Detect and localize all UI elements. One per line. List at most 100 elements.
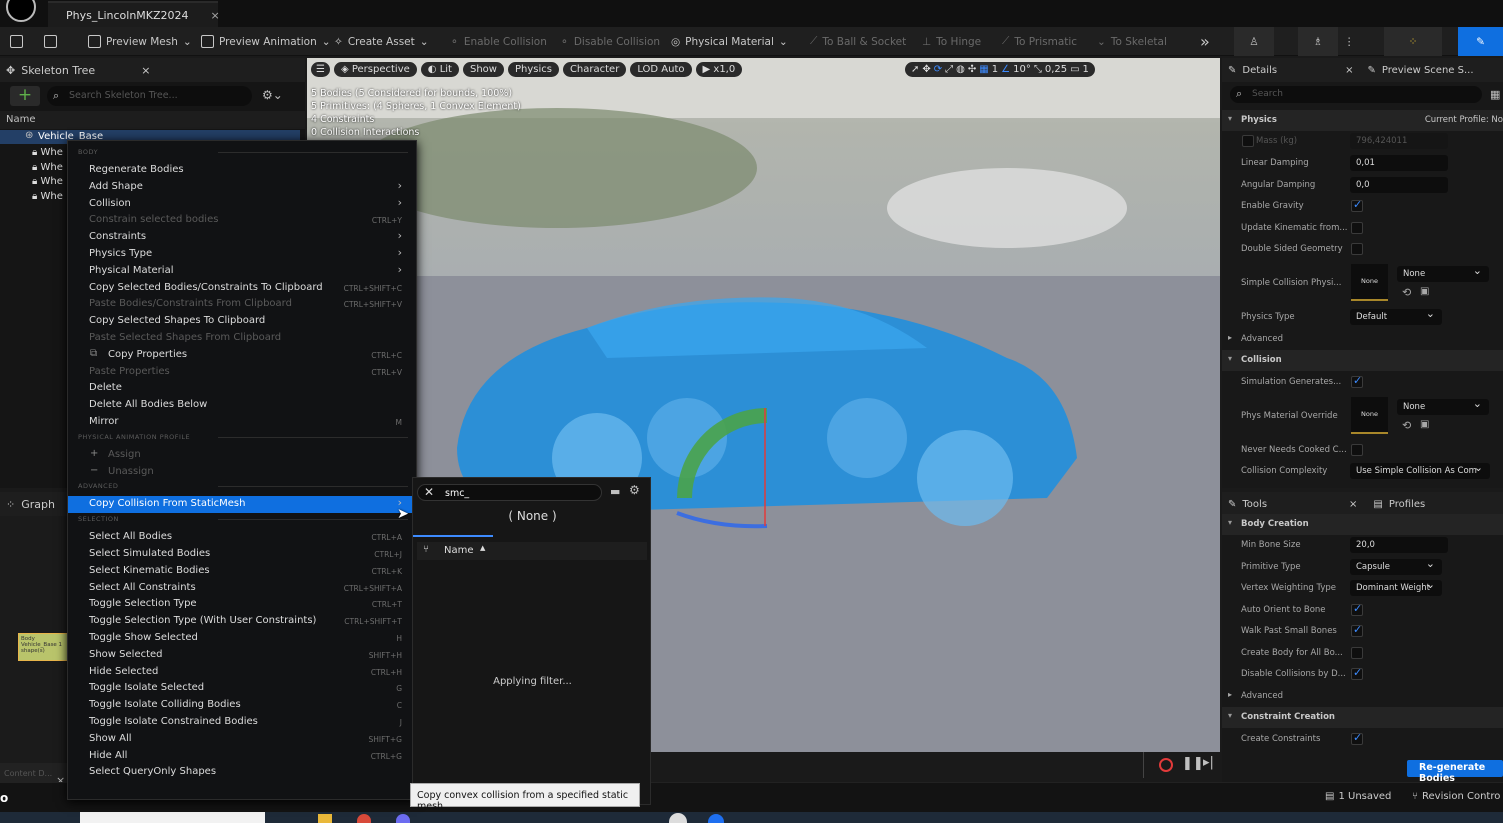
- close-panel-icon[interactable]: ×: [141, 64, 150, 77]
- create-asset-button[interactable]: ✧ Create Asset ⌄: [334, 27, 429, 56]
- browse-icon[interactable]: [44, 27, 57, 56]
- menu-item-delete-all-bodies-below[interactable]: Delete All Bodies Below: [68, 397, 416, 414]
- none-option[interactable]: ( None ): [413, 509, 652, 529]
- physics-button[interactable]: Physics: [507, 62, 559, 77]
- body-creation-section[interactable]: ▾ Body Creation: [1222, 514, 1503, 535]
- close-details-icon[interactable]: ×: [1345, 65, 1353, 76]
- menu-item-show-selected[interactable]: Show Selected SHIFT+H: [68, 647, 416, 664]
- primitive-type-dropdown[interactable]: Capsule: [1350, 557, 1442, 575]
- timeline-bar[interactable]: ❚❚ ▸|: [650, 752, 1220, 778]
- browse-asset-icon[interactable]: ▣: [1420, 419, 1429, 430]
- tools-advanced-row[interactable]: ▸ Advanced: [1222, 686, 1503, 707]
- menu-item-copy-collision-from-staticmesh[interactable]: Copy Collision From StaticMesh ›: [68, 496, 416, 514]
- record-icon[interactable]: [1159, 758, 1173, 772]
- linear-damping-field[interactable]: 0,01: [1350, 155, 1448, 171]
- menu-item-show-all[interactable]: Show All SHIFT+G: [68, 731, 416, 748]
- table-view-icon[interactable]: ▦: [1490, 88, 1500, 101]
- physics-mode-icon[interactable]: ♗: [1298, 27, 1338, 56]
- unsaved-button[interactable]: ▤ 1 Unsaved: [1325, 791, 1391, 802]
- graph-body-node[interactable]: Body Vehicle_Base 1 shape(s): [18, 633, 68, 661]
- picker-settings-icon[interactable]: ⚙: [629, 483, 640, 497]
- select-icon[interactable]: ➚: [911, 64, 919, 75]
- menu-item-physics-type[interactable]: Physics Type ›: [68, 246, 416, 263]
- tab-preview-scene[interactable]: Preview Scene S...: [1382, 65, 1474, 76]
- grid-snap-value[interactable]: 1: [992, 64, 998, 75]
- wheel-sphere-fr[interactable]: [827, 398, 907, 478]
- tree-item-wheel-2[interactable]: 🔒︎ Whe: [32, 161, 63, 176]
- world-local-icon[interactable]: ◍: [956, 64, 965, 75]
- menu-item-paste-bodies-constraints-from-clipboard[interactable]: Paste Bodies/Constraints From Clipboard C…: [68, 296, 416, 313]
- menu-item-hide-selected[interactable]: Hide Selected CTRL+H: [68, 664, 416, 681]
- chrome-icon[interactable]: [357, 814, 371, 823]
- lit-button[interactable]: ◐ Lit: [420, 62, 459, 77]
- save-icon[interactable]: [10, 27, 23, 56]
- enable-collision-button[interactable]: ⚬ Enable Collision: [450, 27, 547, 56]
- menu-item-unassign[interactable]: Unassign −: [68, 464, 416, 481]
- menu-item-select-all-constraints[interactable]: Select All Constraints CTRL+SHIFT+A: [68, 580, 416, 597]
- menu-item-regenerate-bodies[interactable]: Regenerate Bodies: [68, 162, 416, 179]
- app-taskbar-icon[interactable]: [708, 814, 724, 823]
- playback-speed-button[interactable]: ▶ x1,0: [695, 62, 743, 77]
- to-prismatic-button[interactable]: ⟋ To Prismatic: [1002, 27, 1077, 56]
- menu-item-select-all-bodies[interactable]: Select All Bodies CTRL+A: [68, 529, 416, 546]
- tab-details[interactable]: Details: [1242, 65, 1277, 76]
- create-constraints-checkbox[interactable]: [1351, 731, 1363, 745]
- regenerate-bodies-button[interactable]: Re-generate Bodies: [1407, 760, 1503, 784]
- menu-item-physical-material[interactable]: Physical Material ›: [68, 263, 416, 280]
- tree-item-wheel-3[interactable]: 🔒︎ Whe: [32, 175, 63, 190]
- step-forward-icon[interactable]: ▸|: [1203, 755, 1214, 770]
- tree-item-wheel-1[interactable]: 🔒︎ Whe: [32, 146, 63, 161]
- phys-material-thumbnail[interactable]: None: [1351, 397, 1388, 434]
- angular-damping-field[interactable]: 0,0: [1350, 177, 1448, 193]
- menu-item-assign[interactable]: Assign +: [68, 447, 416, 464]
- auto-orient-checkbox[interactable]: [1351, 602, 1363, 616]
- menu-item-select-kinematic-bodies[interactable]: Select Kinematic Bodies CTRL+K: [68, 563, 416, 580]
- content-drawer-icon[interactable]: o: [0, 791, 8, 805]
- discord-icon[interactable]: [396, 814, 410, 823]
- disable-collision-button[interactable]: ⚬ Disable Collision: [560, 27, 660, 56]
- sim-generates-checkbox[interactable]: [1351, 374, 1363, 388]
- double-sided-checkbox[interactable]: [1351, 243, 1363, 255]
- collision-complexity-dropdown[interactable]: Use Simple Collision As Com: [1350, 461, 1490, 479]
- menu-item-paste-selected-shapes-from-clipboard[interactable]: Paste Selected Shapes From Clipboard: [68, 330, 416, 347]
- preview-animation-button[interactable]: Preview Animation ⌄: [201, 27, 331, 56]
- physics-type-dropdown[interactable]: Default: [1350, 307, 1442, 325]
- menu-item-copy-selected-shapes-to-clipboard[interactable]: Copy Selected Shapes To Clipboard: [68, 313, 416, 330]
- more-options-icon[interactable]: ⋮: [1344, 27, 1355, 56]
- scale-icon[interactable]: ⤢: [945, 64, 953, 75]
- menu-item-constrain-selected-bodies[interactable]: Constrain selected bodies CTRL+Y: [68, 212, 416, 229]
- physical-material-button[interactable]: ◎ Physical Material ⌄: [671, 27, 788, 56]
- never-needs-cooked-checkbox[interactable]: [1351, 444, 1363, 456]
- surface-snap-icon[interactable]: ✣: [968, 64, 976, 75]
- browse-asset-icon[interactable]: ▣: [1420, 286, 1429, 297]
- menu-item-delete[interactable]: Delete: [68, 380, 416, 397]
- camera-speed-icon[interactable]: ▭: [1070, 64, 1079, 75]
- menu-item-toggle-isolate-constrained-bodies[interactable]: Toggle Isolate Constrained Bodies J: [68, 714, 416, 731]
- vertex-weighting-dropdown[interactable]: Dominant Weight: [1350, 578, 1442, 596]
- asset-search-input[interactable]: ✕ smc_: [417, 484, 602, 501]
- camera-speed-value[interactable]: 1: [1083, 64, 1089, 75]
- menu-item-toggle-isolate-selected[interactable]: Toggle Isolate Selected G: [68, 680, 416, 697]
- enable-gravity-checkbox[interactable]: [1351, 198, 1363, 212]
- pause-icon[interactable]: ❚❚: [1182, 756, 1204, 771]
- menu-item-toggle-show-selected[interactable]: Toggle Show Selected H: [68, 630, 416, 647]
- angle-snap-icon[interactable]: ∠: [1001, 64, 1010, 75]
- simple-collision-thumbnail[interactable]: None: [1351, 264, 1388, 301]
- menu-item-copy-properties[interactable]: Copy Properties ⧉ CTRL+C: [68, 347, 416, 364]
- grid-snap-icon[interactable]: ▦: [979, 64, 988, 75]
- simple-collision-dropdown[interactable]: None: [1397, 264, 1489, 282]
- mass-override-checkbox[interactable]: [1242, 135, 1254, 147]
- tab-tools[interactable]: Tools: [1242, 499, 1267, 510]
- to-skeletal-button[interactable]: ⌄ To Skeletal: [1097, 27, 1167, 56]
- perspective-button[interactable]: ◈ Perspective: [333, 62, 417, 77]
- angle-snap-value[interactable]: 10°: [1013, 64, 1031, 75]
- close-tools-icon[interactable]: ×: [1349, 499, 1357, 510]
- rotate-icon[interactable]: ⟳: [934, 64, 942, 75]
- menu-item-paste-properties[interactable]: Paste Properties CTRL+V: [68, 364, 416, 381]
- translate-icon[interactable]: ✥: [922, 64, 930, 75]
- unreal-taskbar-icon[interactable]: [669, 813, 687, 823]
- menu-item-toggle-selection-type-with-user-constraints[interactable]: Toggle Selection Type (With User Constra…: [68, 613, 416, 630]
- menu-item-select-queryonly-shapes[interactable]: Select QueryOnly Shapes: [68, 764, 416, 781]
- advanced-row[interactable]: ▸ Advanced: [1222, 329, 1503, 350]
- constraint-creation-section[interactable]: ▾ Constraint Creation: [1222, 707, 1503, 728]
